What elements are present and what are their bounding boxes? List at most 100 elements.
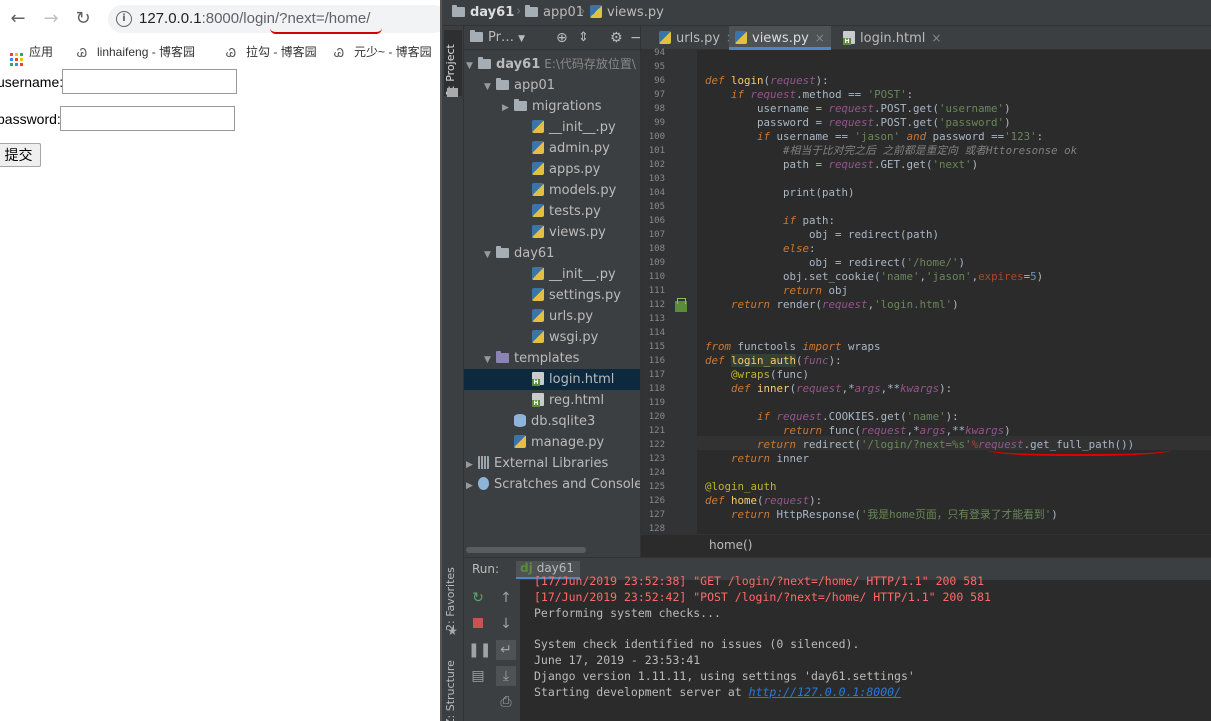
code-line[interactable]: @wraps(func) [705,368,809,382]
code-line[interactable]: obj.set_cookie('name','jason',expires=5) [705,270,1043,284]
tree-item[interactable]: ▼ app01 [464,75,640,98]
up-arrow-icon[interactable]: ↑ [496,588,516,608]
breadcrumb-file[interactable]: views.py [590,5,664,20]
editor-tab[interactable]: views.py × [729,26,831,50]
code-line[interactable]: obj = redirect(path) [705,228,939,242]
code-line[interactable]: from functools import wraps [705,340,881,354]
collapse-all-icon[interactable]: ⇕ [578,30,589,45]
tree-item[interactable]: ▼ templates [464,348,640,371]
code-line[interactable]: return func(request,*args,**kwargs) [705,424,1011,438]
folder-icon [496,246,509,258]
function-breadcrumb[interactable]: home() [709,538,752,552]
code-line[interactable]: def inner(request,*args,**kwargs): [705,382,952,396]
tree-item[interactable]: ▶ migrations [464,96,640,119]
tree-item[interactable]: ▼ day61 [464,243,640,266]
server-url-link[interactable]: http://127.0.0.1:8000/ [749,685,901,699]
breadcrumb-app[interactable]: app01 [525,5,584,20]
info-icon[interactable]: i [116,11,132,27]
code-line[interactable]: username = request.POST.get('username') [705,102,1011,116]
breadcrumb-project[interactable]: day61 [452,5,514,20]
code-line[interactable]: return HttpResponse('我是home页面，只有登录了才能看到'… [705,508,1058,522]
code-line[interactable]: if request.COOKIES.get('name'): [705,410,959,424]
code-line[interactable]: if username == 'jason' and password =='1… [705,130,1043,144]
submit-button[interactable]: 提交 [0,143,41,167]
bookmark-item[interactable]: 应用 [10,43,53,66]
code-line[interactable]: return inner [705,452,809,466]
tree-item[interactable]: reg.html [464,390,640,411]
tree-item-label: tests.py [549,204,601,219]
tree-item[interactable]: views.py [464,222,640,243]
bookmark-item[interactable]: Ꮚlinhaifeng - 博客园 [77,43,195,60]
code-line[interactable]: return render(request,'login.html') [705,298,959,312]
expand-arrow-icon[interactable]: ▼ [484,77,496,98]
tree-item[interactable]: settings.py [464,285,640,306]
forward-arrow-icon[interactable]: → [40,8,62,30]
stop-icon[interactable] [468,614,488,634]
rerun-icon[interactable]: ↻ [468,588,488,608]
console-output[interactable]: [17/Jun/2019 23:52:38] "GET /login/?next… [534,574,1204,721]
tree-item[interactable]: ▶ Scratches and Consoles [464,474,640,497]
code-line[interactable]: path = request.GET.get('next') [705,158,978,172]
soft-wrap-icon[interactable]: ↵ [496,640,516,660]
close-icon[interactable]: × [931,31,941,45]
tree-item[interactable]: login.html [464,369,640,390]
gear-icon[interactable]: ⚙ [610,30,623,46]
scroll-to-end-icon[interactable]: ⤓ [496,666,516,686]
tree-item-label: wsgi.py [549,330,599,345]
code-area[interactable]: def login(request): if request.method ==… [641,50,1211,540]
collapse-arrow-icon[interactable]: ▶ [466,476,478,497]
minimize-icon[interactable]: − [630,30,640,46]
tree-item[interactable]: apps.py [464,159,640,180]
code-line[interactable]: def login(request): [705,74,829,88]
tree-item[interactable]: tests.py [464,201,640,222]
down-arrow-icon[interactable]: ↓ [496,614,516,634]
collapse-arrow-icon[interactable]: ▶ [466,455,478,476]
tool-tab-structure[interactable]: Z: Structure [444,656,462,721]
expand-arrow-icon[interactable]: ▼ [484,245,496,266]
tree-item[interactable]: manage.py [464,432,640,453]
tree-item[interactable]: ▼ day61 E:\代码存放位置\ [464,54,640,77]
close-icon[interactable]: × [815,31,825,45]
tree-item[interactable]: __init__.py [464,117,640,138]
bookmark-item[interactable]: Ꮚ 拉勾 - 博客园 [226,43,317,60]
code-line[interactable]: if path: [705,214,835,228]
bookmark-label: linhaifeng - 博客园 [97,45,196,59]
code-line[interactable]: if request.method == 'POST': [705,88,913,102]
tool-tab-favorites[interactable]: 2: Favorites [444,561,462,631]
pause-icon[interactable]: ❚❚ [468,640,491,660]
bookmark-item[interactable]: Ꮚ 元少~ - 博客园 [334,43,432,60]
code-line[interactable]: def login_auth(func): [705,354,842,368]
tree-item[interactable]: urls.py [464,306,640,327]
editor-tab[interactable]: login.html × [837,26,947,50]
tree-item[interactable]: admin.py [464,138,640,159]
code-line[interactable]: obj = redirect('/home/') [705,256,965,270]
tool-tab-project[interactable]: 1: Project [444,30,462,96]
tree-item[interactable]: ▶ External Libraries [464,453,640,476]
collapse-arrow-icon[interactable]: ▶ [502,98,514,119]
code-line[interactable]: @login_auth [705,480,777,494]
print-icon[interactable]: ⎙ [496,692,516,712]
back-arrow-icon[interactable]: ← [7,8,29,30]
tree-item[interactable]: models.py [464,180,640,201]
tree-item[interactable]: db.sqlite3 [464,411,640,432]
console-text: Django version 1.11.11, using settings '… [534,668,915,683]
password-input[interactable] [60,106,235,131]
code-line[interactable]: password = request.POST.get('password') [705,116,1011,130]
project-view-dropdown[interactable]: Pr… ▼ [470,30,525,45]
locate-file-icon[interactable]: ⊕ [556,30,568,46]
layout-icon[interactable]: ▤ [468,666,488,686]
horizontal-scrollbar[interactable] [466,547,586,553]
tree-item[interactable]: wsgi.py [464,327,640,348]
code-line[interactable]: print(path) [705,186,855,200]
expand-arrow-icon[interactable]: ▼ [466,56,478,77]
expand-arrow-icon[interactable]: ▼ [484,350,496,371]
code-line[interactable]: #相当于比对完之后 之前都是重定向 或者Httoresonse ok [705,144,1077,158]
tree-item[interactable]: __init__.py [464,264,640,285]
code-line[interactable]: else: [705,242,816,256]
code-line[interactable]: def home(request): [705,494,822,508]
reload-icon[interactable]: ↻ [72,8,94,30]
url-text[interactable]: 127.0.0.1:8000/login/?next=/home/ [139,10,370,27]
code-line[interactable]: return obj [705,284,848,298]
username-input[interactable] [62,69,237,94]
tree-item-label: admin.py [549,141,610,156]
